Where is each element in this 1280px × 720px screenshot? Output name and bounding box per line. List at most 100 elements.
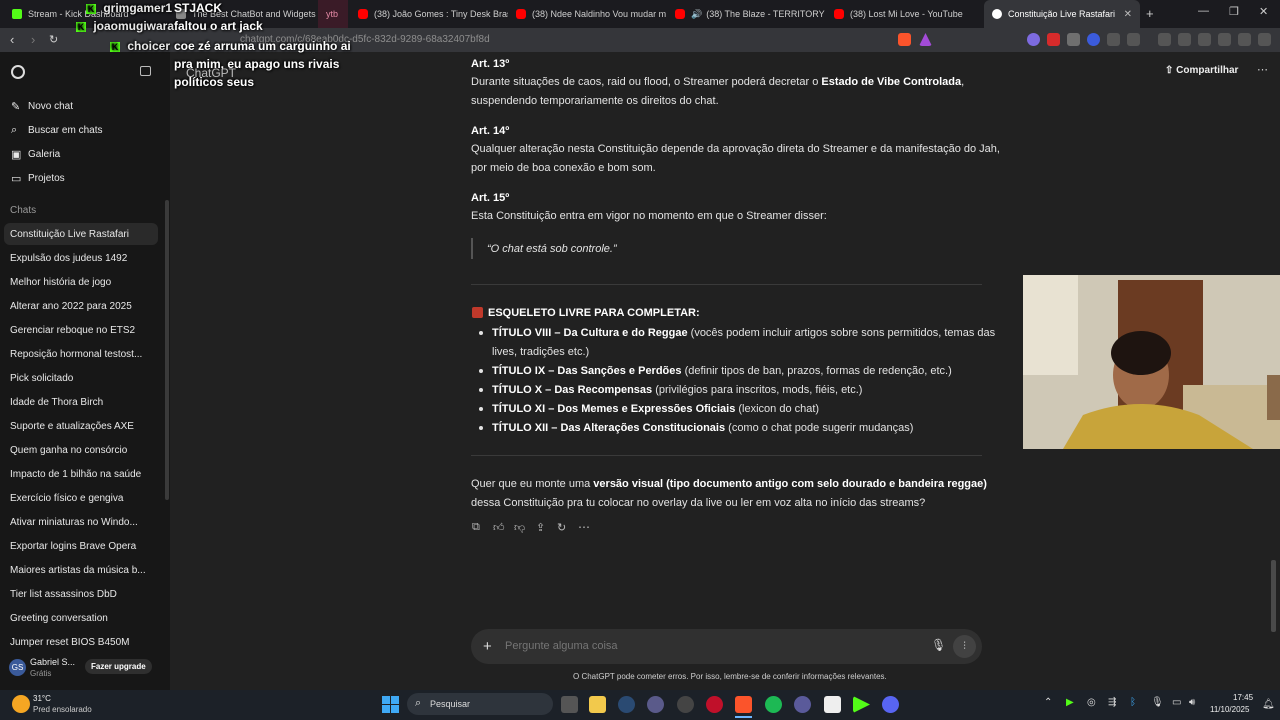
discord-icon[interactable] <box>882 696 899 713</box>
user-name[interactable]: Gabriel S... <box>30 657 75 667</box>
chat-item[interactable]: Suporte e atualizações AXE <box>10 421 134 432</box>
extension-icon[interactable] <box>1027 33 1040 46</box>
thumbs-down-icon[interactable]: 👎︎ <box>514 521 525 534</box>
share-response-icon[interactable]: ⇪ <box>536 521 545 534</box>
brave-shield-icon[interactable] <box>898 33 911 46</box>
chat-item[interactable]: Pick solicitado <box>10 373 73 384</box>
more-actions-icon[interactable]: ⋯ <box>578 520 590 534</box>
opera-icon[interactable] <box>706 696 723 713</box>
microphone-icon[interactable]: 🎙︎ <box>931 638 946 652</box>
chat-item[interactable]: Idade de Thora Birch <box>10 397 103 408</box>
chat-item[interactable]: Greeting conversation <box>10 613 108 624</box>
task-view-icon[interactable] <box>561 696 578 713</box>
extension-icon[interactable] <box>1067 33 1080 46</box>
menu-icon[interactable] <box>1258 33 1271 46</box>
model-selector[interactable]: ChatGPT <box>186 66 236 80</box>
share-button[interactable]: ⇧ Compartilhar <box>1165 65 1238 76</box>
avatar[interactable]: GS <box>9 659 26 676</box>
extension-icon[interactable] <box>1087 33 1100 46</box>
audio-app-icon[interactable] <box>794 696 811 713</box>
regenerate-icon[interactable]: ↻ <box>557 521 566 534</box>
notepad-icon[interactable] <box>824 696 841 713</box>
chat-item[interactable]: Expulsão dos judeus 1492 <box>10 253 127 264</box>
reload-icon[interactable]: ↻ <box>49 33 58 46</box>
chat-item[interactable]: Tier list assassinos DbD <box>10 589 117 600</box>
notification-bell-icon[interactable]: 🔔︎ <box>1262 699 1275 710</box>
browser-tab[interactable]: (38) João Gomes : Tiny Desk Brasil <box>350 0 508 28</box>
sidebar-scrollbar[interactable] <box>165 200 169 500</box>
browser-tab[interactable]: 🔊 (38) The Blaze - TERRITORY (Offi... <box>667 0 825 28</box>
close-sidebar-icon[interactable] <box>140 66 151 76</box>
upgrade-button[interactable]: Fazer upgrade <box>85 659 152 674</box>
sidebar-toggle-icon[interactable] <box>1178 33 1191 46</box>
article-text: Esta Constituição entra em vigor no mome… <box>471 210 827 222</box>
tray-chevron-icon[interactable]: ⌃ <box>1044 697 1052 708</box>
file-explorer-icon[interactable] <box>589 696 606 713</box>
overlay-chat-text: coe zé arruma um carguinho ai <box>174 39 351 53</box>
obs-icon[interactable] <box>677 696 694 713</box>
tray-app-icon[interactable]: ⇶ <box>1108 697 1116 708</box>
copy-icon[interactable]: ⧉ <box>472 521 480 534</box>
chat-item[interactable]: Gerenciar reboque no ETS2 <box>10 325 135 336</box>
brave-icon[interactable] <box>735 696 752 713</box>
browser-tab[interactable]: (38) Ndee Naldinho Vou mudar me... <box>508 0 666 28</box>
music-icon[interactable] <box>1158 33 1171 46</box>
new-chat-button[interactable]: Novo chat <box>28 101 73 112</box>
attach-icon[interactable]: + <box>483 638 492 655</box>
back-icon[interactable]: ‹ <box>10 32 14 47</box>
microphone-tray-icon[interactable]: 🎙︎ <box>1151 697 1164 708</box>
spotify-icon[interactable] <box>765 696 782 713</box>
chat-item[interactable]: Exercício físico e gengiva <box>10 493 123 504</box>
chat-item[interactable]: Jumper reset BIOS B450M <box>10 637 130 648</box>
chat-item[interactable]: Exportar logins Brave Opera <box>10 541 136 552</box>
windows-start-icon[interactable] <box>382 696 399 713</box>
projects-button[interactable]: Projetos <box>28 173 65 184</box>
close-window-icon[interactable]: ✕ <box>1259 5 1268 18</box>
weather-icon[interactable] <box>12 695 30 713</box>
leo-ai-icon[interactable] <box>1218 33 1231 46</box>
puzzle-icon[interactable] <box>1107 33 1120 46</box>
chat-item[interactable]: Alterar ano 2022 para 2025 <box>10 301 132 312</box>
tray-app-icon[interactable]: ▶ <box>1066 697 1074 708</box>
main-scrollbar[interactable] <box>1271 560 1276 632</box>
more-options-icon[interactable]: ⋯ <box>1257 63 1268 76</box>
search-chats-button[interactable]: Buscar em chats <box>28 125 102 136</box>
screenshot-icon[interactable] <box>1127 33 1140 46</box>
brave-rewards-icon[interactable] <box>919 33 932 46</box>
openai-logo-icon[interactable] <box>11 65 25 79</box>
chat-item[interactable]: Maiores artistas da música b... <box>10 565 146 576</box>
minimize-icon[interactable]: — <box>1198 5 1209 17</box>
list-item: TÍTULO X – Das Recompensas (privilégios … <box>492 384 863 396</box>
tray-app-icon[interactable]: ◎ <box>1087 697 1096 708</box>
new-tab-icon[interactable]: + <box>1146 6 1154 21</box>
chat-item[interactable]: Ativar miniaturas no Windo... <box>10 517 138 528</box>
forward-icon[interactable]: › <box>31 32 35 47</box>
maximize-icon[interactable]: ❐ <box>1229 5 1239 18</box>
browser-tab[interactable]: (38) Lost Mi Love - YouTube <box>826 0 984 28</box>
taskbar-search[interactable]: ⌕ Pesquisar <box>407 693 553 715</box>
close-tab-icon[interactable]: ✕ <box>1124 9 1132 20</box>
clock-time[interactable]: 17:45 <box>1233 693 1253 702</box>
extension-icon[interactable] <box>1047 33 1060 46</box>
steam-icon[interactable] <box>618 696 635 713</box>
app-icon[interactable] <box>647 696 664 713</box>
bluetooth-icon[interactable]: ᛒ <box>1130 697 1136 708</box>
weather-temp[interactable]: 31°C <box>33 694 51 703</box>
chat-item[interactable]: Constituição Live Rastafari <box>10 229 129 240</box>
chat-item[interactable]: Quem ganha no consórcio <box>10 445 127 456</box>
chat-item[interactable]: Impacto de 1 bilhão na saúde <box>10 469 141 480</box>
gallery-button[interactable]: Galeria <box>28 149 60 160</box>
network-icon[interactable]: ▭ <box>1172 697 1181 708</box>
chat-item[interactable]: Melhor história de jogo <box>10 277 111 288</box>
voice-mode-icon[interactable]: ⫶ <box>953 635 976 658</box>
clock-date[interactable]: 11/10/2025 <box>1210 705 1249 714</box>
chat-item[interactable]: Reposição hormonal testost... <box>10 349 142 360</box>
prompt-input[interactable] <box>505 637 905 655</box>
browser-tab-active[interactable]: Constituição Live Rastafari ✕ <box>984 0 1140 28</box>
wallet-icon[interactable] <box>1198 33 1211 46</box>
thumbs-up-icon[interactable]: 👍︎ <box>493 521 505 534</box>
vpn-icon[interactable] <box>1238 33 1251 46</box>
weather-desc: Pred ensolarado <box>33 705 92 714</box>
browser-tab-group[interactable]: ytb <box>318 0 348 28</box>
volume-icon[interactable]: 🔊︎ <box>1189 697 1195 708</box>
